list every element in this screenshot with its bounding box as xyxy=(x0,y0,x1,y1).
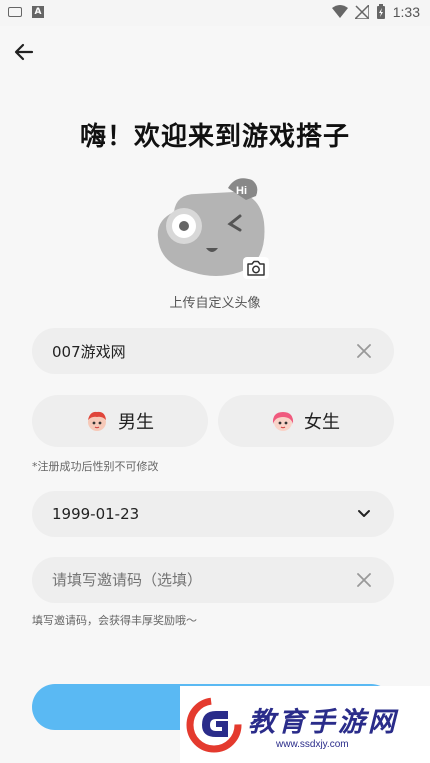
birthday-value[interactable]: 1999-01-23 xyxy=(52,505,354,523)
status-time: 1:33 xyxy=(392,4,420,20)
birthday-select[interactable]: 1999-01-23 xyxy=(32,491,394,537)
female-avatar-icon xyxy=(272,412,294,431)
watermark: 教育手游网 www.ssdxjy.com xyxy=(180,686,430,763)
battery-icon xyxy=(376,4,385,19)
watermark-url: www.ssdxjy.com xyxy=(276,738,349,750)
male-button[interactable]: 男生 xyxy=(32,395,208,447)
male-label: 男生 xyxy=(118,412,154,433)
arrow-left-icon xyxy=(14,43,34,61)
nickname-field[interactable]: 007游戏网 xyxy=(32,328,394,374)
signal-icon xyxy=(354,5,369,19)
male-avatar-icon xyxy=(88,411,106,431)
keyboard-icon xyxy=(8,7,22,17)
watermark-text: 教育手游网 xyxy=(248,706,398,738)
clear-icon[interactable] xyxy=(354,570,374,590)
female-label: 女生 xyxy=(304,412,340,433)
camera-icon[interactable] xyxy=(243,257,269,279)
status-bar: A 1:33 xyxy=(0,0,430,26)
a-badge-icon: A xyxy=(32,6,44,18)
female-button[interactable]: 女生 xyxy=(218,395,394,447)
back-button[interactable] xyxy=(8,36,40,68)
watermark-logo-icon xyxy=(186,697,242,752)
upload-avatar-label[interactable]: 上传自定义头像 xyxy=(0,292,430,311)
page-title: 嗨！欢迎来到游戏搭子 xyxy=(79,122,350,152)
invite-code-input[interactable] xyxy=(52,571,354,589)
chevron-down-icon[interactable] xyxy=(354,504,374,524)
invite-code-field[interactable] xyxy=(32,557,394,603)
clear-icon[interactable] xyxy=(354,341,374,361)
wifi-icon xyxy=(331,5,348,18)
svg-text:Hi: Hi xyxy=(236,185,247,197)
nickname-value[interactable]: 007游戏网 xyxy=(52,341,354,362)
gender-hint: *注册成功后性别不可修改 xyxy=(32,460,159,473)
invite-hint: 填写邀请码，会获得丰厚奖励哦～ xyxy=(32,614,197,627)
